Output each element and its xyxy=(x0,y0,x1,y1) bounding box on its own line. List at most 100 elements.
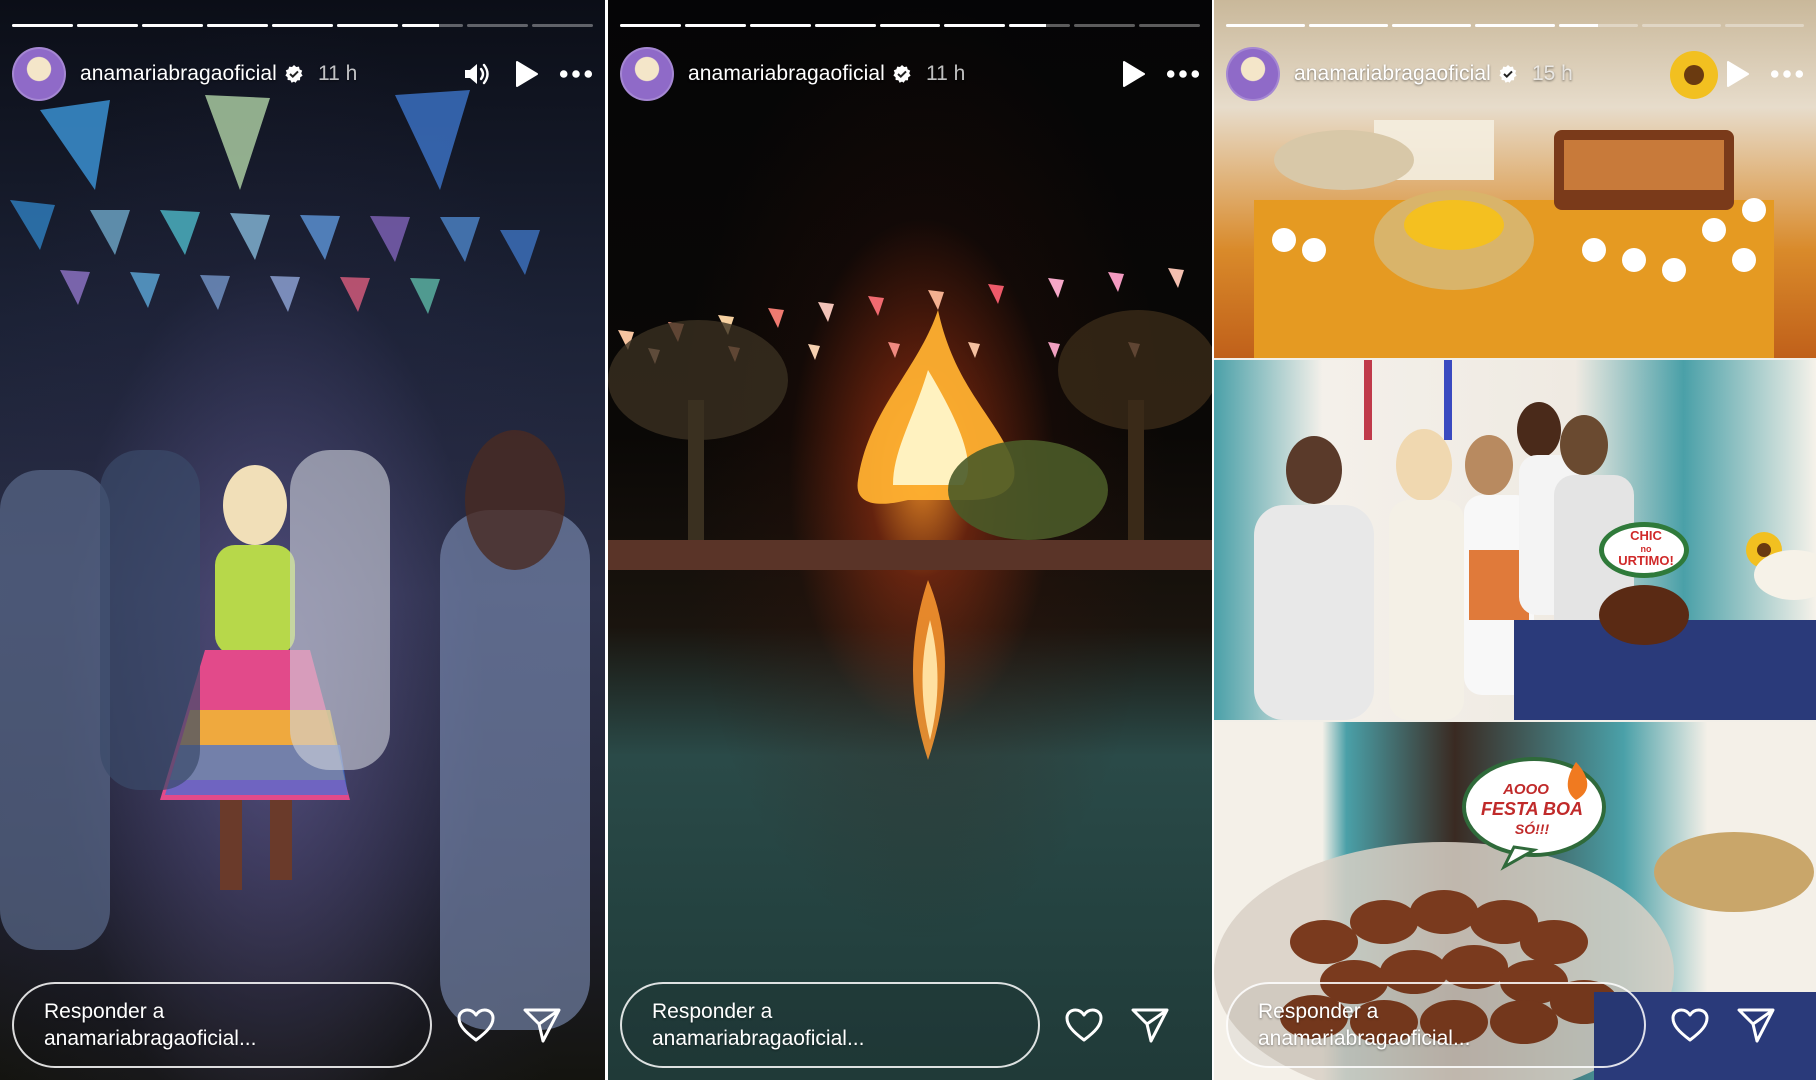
progress-segment-fill xyxy=(402,24,439,27)
progress-segment xyxy=(944,24,1006,27)
like-button[interactable] xyxy=(1062,1003,1106,1047)
story-header: anamariabragaoficial 11 h xyxy=(12,47,593,101)
group-photo-decoration: CHIC no URTIMO! xyxy=(1254,360,1816,720)
progress-segment xyxy=(402,24,463,27)
reply-placeholder-line2: anamariabragaoficial... xyxy=(652,1027,865,1050)
progress-segment xyxy=(467,24,528,27)
story-footer: Responder a anamariabragaoficial... xyxy=(1226,980,1804,1070)
progress-segment-fill xyxy=(142,24,203,27)
reply-input[interactable]: Responder a anamariabragaoficial... xyxy=(12,982,432,1068)
play-button[interactable] xyxy=(1720,57,1754,91)
reply-placeholder-line2: anamariabragaoficial... xyxy=(44,1027,257,1050)
progress-segment xyxy=(1392,24,1472,27)
progress-segment xyxy=(620,24,681,27)
story-header: anamariabragaoficial 11 h xyxy=(620,47,1200,101)
play-button[interactable] xyxy=(509,57,543,91)
progress-segment xyxy=(749,24,811,27)
share-button[interactable] xyxy=(1734,1003,1778,1047)
play-button[interactable] xyxy=(1116,57,1150,91)
username[interactable]: anamariabragaoficial xyxy=(1294,62,1491,86)
more-options-button[interactable] xyxy=(1166,57,1200,91)
progress-segment-fill xyxy=(1009,24,1046,27)
chic-sticker-line3: URTIMO! xyxy=(1618,553,1674,568)
festa-sticker-line1: AOOO xyxy=(1502,781,1549,798)
progress-segment xyxy=(1139,24,1201,27)
progress-segment-fill xyxy=(879,24,941,27)
progress-segment xyxy=(879,24,941,27)
progress-segment xyxy=(207,24,268,27)
send-icon xyxy=(1737,1008,1775,1043)
post-time: 15 h xyxy=(1531,62,1573,85)
progress-segment xyxy=(272,24,333,27)
progress-segment-fill xyxy=(1226,24,1306,27)
post-time: 11 h xyxy=(925,62,966,85)
progress-segment-fill xyxy=(207,24,268,27)
progress-segment-fill xyxy=(337,24,398,27)
story-panel-2[interactable]: anamariabragaoficial 11 h Responder a an… xyxy=(608,0,1212,1080)
play-icon xyxy=(1123,61,1145,87)
profile-avatar[interactable] xyxy=(620,47,674,101)
send-icon xyxy=(1131,1008,1169,1043)
profile-avatar[interactable] xyxy=(1226,47,1280,101)
profile-avatar[interactable] xyxy=(12,47,66,101)
progress-segment xyxy=(337,24,398,27)
progress-segment xyxy=(12,24,73,27)
progress-segment-fill xyxy=(1392,24,1472,27)
progress-segment-fill xyxy=(272,24,333,27)
progress-segment xyxy=(1074,24,1136,27)
more-options-button[interactable] xyxy=(1770,57,1804,91)
progress-segment xyxy=(532,24,593,27)
reply-placeholder-line1: Responder a xyxy=(44,1000,165,1023)
send-icon xyxy=(523,1008,561,1043)
share-button[interactable] xyxy=(1128,1003,1172,1047)
story-panel-1[interactable]: anamariabragaoficial 11 h Responder a an… xyxy=(0,0,605,1080)
reply-placeholder-line2: anamariabragaoficial... xyxy=(1258,1027,1471,1050)
progress-segment-fill xyxy=(944,24,1006,27)
username[interactable]: anamariabragaoficial xyxy=(80,62,277,86)
post-time: 11 h xyxy=(317,62,358,85)
heart-icon xyxy=(1671,1008,1709,1042)
more-options-button[interactable] xyxy=(559,57,593,91)
progress-segment xyxy=(684,24,746,27)
progress-segment-fill xyxy=(1309,24,1389,27)
bonfire-scene-decoration xyxy=(608,268,1212,760)
progress-segment-fill xyxy=(1475,24,1555,27)
progress-segment-fill xyxy=(814,24,876,27)
story-panel-3[interactable]: CHIC no URTIMO! AOOO FESTA BOA SÓ!!! ana… xyxy=(1214,0,1816,1080)
share-button[interactable] xyxy=(520,1003,564,1047)
progress-segment xyxy=(1309,24,1389,27)
story-progress-bar xyxy=(12,24,593,27)
sound-button[interactable] xyxy=(459,57,493,91)
verified-badge-icon xyxy=(1499,65,1517,83)
festa-sticker-line3: SÓ!!! xyxy=(1515,820,1550,837)
progress-segment xyxy=(77,24,138,27)
speaker-icon xyxy=(465,63,489,85)
crowd-silhouettes-decoration xyxy=(0,430,590,1030)
progress-segment-fill xyxy=(620,24,681,27)
chic-sticker-line1: CHIC xyxy=(1630,528,1662,543)
progress-segment-fill xyxy=(77,24,138,27)
story-footer: Responder a anamariabragaoficial... xyxy=(12,980,593,1070)
like-button[interactable] xyxy=(1668,1003,1712,1047)
progress-segment xyxy=(1009,24,1071,27)
username[interactable]: anamariabragaoficial xyxy=(688,62,885,86)
verified-badge-icon xyxy=(893,65,911,83)
more-options-icon xyxy=(1166,70,1200,78)
verified-badge-icon xyxy=(285,65,303,83)
progress-segment xyxy=(142,24,203,27)
progress-segment xyxy=(1558,24,1638,27)
more-options-icon xyxy=(1770,70,1804,78)
play-icon xyxy=(516,61,538,87)
progress-segment xyxy=(814,24,876,27)
story-progress-bar xyxy=(1226,24,1804,27)
more-options-icon xyxy=(559,70,593,78)
progress-segment-fill xyxy=(684,24,746,27)
progress-segment xyxy=(1226,24,1306,27)
collage-photo-group: CHIC no URTIMO! xyxy=(1214,360,1816,720)
like-button[interactable] xyxy=(454,1003,498,1047)
reply-input[interactable]: Responder a anamariabragaoficial... xyxy=(620,982,1040,1068)
progress-segment xyxy=(1724,24,1804,27)
reply-input[interactable]: Responder a anamariabragaoficial... xyxy=(1226,982,1646,1068)
story-header: anamariabragaoficial 15 h xyxy=(1226,47,1804,101)
heart-icon xyxy=(457,1008,495,1042)
